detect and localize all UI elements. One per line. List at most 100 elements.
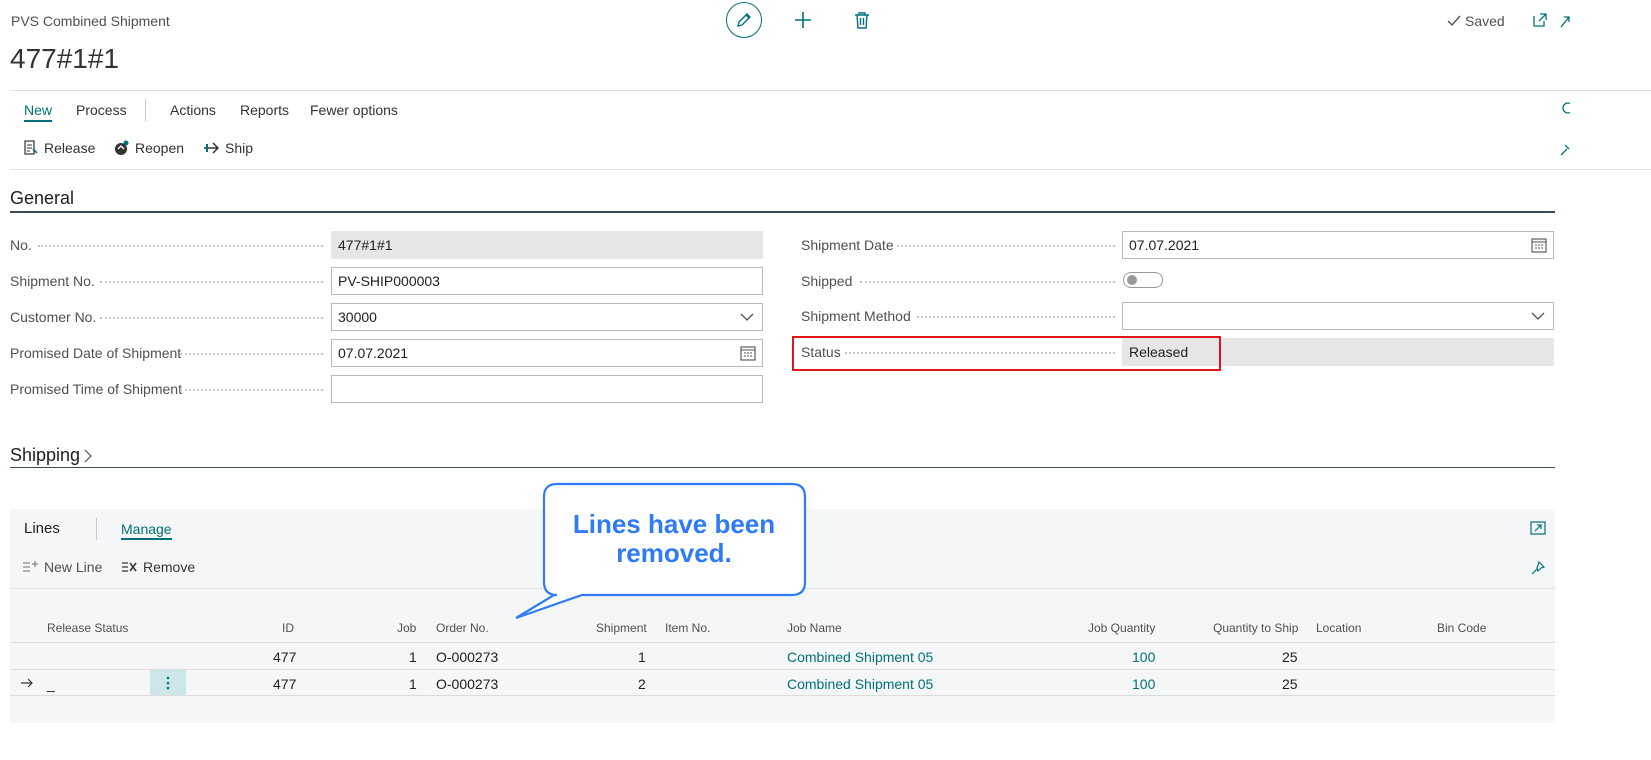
promised-time-dots — [180, 389, 323, 391]
header-divider — [10, 90, 1651, 91]
pin-lines-icon[interactable] — [1530, 560, 1546, 579]
row-divider — [10, 695, 1555, 696]
shipment-no-dots — [100, 281, 323, 283]
col-id[interactable]: ID — [282, 621, 294, 635]
calendar-icon[interactable] — [740, 345, 756, 361]
more-vertical-icon — [166, 676, 170, 689]
promised-time-field[interactable] — [331, 375, 763, 403]
shipping-section-header[interactable]: Shipping — [10, 445, 92, 466]
row2-job-quantity[interactable]: 100 — [1132, 676, 1155, 692]
remove-button[interactable]: Remove — [121, 559, 195, 575]
menu-actions[interactable]: Actions — [170, 102, 216, 118]
row2-release-status[interactable]: _ — [47, 676, 55, 692]
lines-manage-tab[interactable]: Manage — [121, 521, 172, 540]
promised-date-field[interactable]: 07.07.2021 — [331, 339, 763, 367]
shipment-method-field[interactable] — [1122, 302, 1554, 330]
col-shipment[interactable]: Shipment — [596, 621, 647, 635]
promised-time-label: Promised Time of Shipment — [10, 381, 182, 397]
saved-indicator: Saved — [1447, 13, 1505, 29]
col-job[interactable]: Job — [397, 621, 416, 635]
row2-job: 1 — [409, 676, 417, 692]
reopen-label: Reopen — [135, 140, 185, 156]
new-line-button[interactable]: New Line — [22, 559, 102, 575]
row2-order-no: O-000273 — [436, 676, 499, 692]
release-icon — [24, 140, 38, 155]
edit-button[interactable] — [726, 2, 762, 38]
calendar-icon[interactable] — [1531, 237, 1547, 253]
chevron-down-icon[interactable] — [1531, 309, 1545, 323]
menu-separator — [145, 99, 146, 121]
lines-separator — [96, 518, 97, 540]
chevron-down-icon[interactable] — [740, 310, 754, 324]
page-caption: PVS Combined Shipment — [11, 13, 170, 29]
col-location[interactable]: Location — [1316, 621, 1361, 635]
new-record-button[interactable] — [791, 8, 815, 32]
row2-qty-to-ship: 25 — [1282, 676, 1298, 692]
remove-icon — [122, 562, 137, 572]
row1-qty-to-ship: 25 — [1282, 649, 1298, 665]
row1-job-quantity[interactable]: 100 — [1132, 649, 1155, 665]
search-icon[interactable] — [1560, 102, 1574, 119]
page-title: 477#1#1 — [10, 43, 120, 74]
ship-button[interactable]: Ship — [203, 140, 253, 156]
col-order-no[interactable]: Order No. — [436, 621, 489, 635]
shipped-label: Shipped — [801, 273, 853, 289]
col-job-quantity[interactable]: Job Quantity — [1088, 621, 1155, 635]
open-new-window-button[interactable] — [1528, 8, 1552, 32]
col-qty-to-ship[interactable]: Quantity to Ship — [1213, 621, 1298, 635]
shipment-method-label: Shipment Method — [801, 308, 911, 324]
toggle-knob — [1127, 275, 1137, 285]
no-dots — [38, 245, 323, 247]
row2-job-name[interactable]: Combined Shipment 05 — [787, 676, 933, 692]
current-row-arrow-icon — [20, 676, 34, 692]
delete-button[interactable] — [850, 8, 874, 32]
row1-job: 1 — [409, 649, 417, 665]
pencil-icon — [737, 13, 751, 27]
pin-icon[interactable] — [1560, 142, 1570, 159]
shipment-no-field[interactable]: PV-SHIP000003 — [331, 267, 763, 295]
shipment-date-dots — [897, 245, 1115, 247]
promised-date-dots — [180, 353, 323, 355]
trash-icon — [855, 12, 869, 29]
row-actions-menu-button[interactable] — [150, 670, 186, 695]
col-job-name[interactable]: Job Name — [787, 621, 842, 635]
shipped-dots — [860, 281, 1115, 283]
shipped-toggle[interactable] — [1123, 272, 1163, 288]
shipment-date-field[interactable]: 07.07.2021 — [1122, 231, 1554, 259]
shipment-date-value: 07.07.2021 — [1129, 237, 1200, 253]
shipment-method-dots — [917, 316, 1115, 318]
shipment-no-label: Shipment No. — [10, 273, 95, 289]
menu-process[interactable]: Process — [76, 102, 127, 118]
ship-label: Ship — [225, 140, 254, 156]
menu-fewer-options[interactable]: Fewer options — [310, 102, 398, 118]
row1-shipment: 1 — [638, 649, 646, 665]
ship-icon — [204, 142, 219, 154]
row2-id: 477 — [273, 676, 297, 692]
chevron-right-icon — [84, 449, 92, 462]
shipping-section-line — [10, 467, 1555, 468]
checkmark-icon — [1447, 15, 1461, 27]
row2-shipment: 2 — [638, 676, 646, 692]
callout-text: Lines have been removed. — [572, 509, 776, 568]
reopen-icon — [115, 140, 129, 155]
collapse-icon[interactable] — [1560, 14, 1570, 31]
customer-no-label: Customer No. — [10, 309, 97, 325]
col-bin-code[interactable]: Bin Code — [1437, 621, 1486, 635]
customer-no-field[interactable]: 30000 — [331, 303, 763, 331]
menu-reports[interactable]: Reports — [240, 102, 289, 118]
expand-icon[interactable] — [1530, 520, 1546, 539]
saved-label: Saved — [1465, 13, 1505, 29]
new-line-label: New Line — [44, 559, 103, 575]
promised-date-label: Promised Date of Shipment — [10, 345, 182, 361]
menu-new[interactable]: New — [24, 102, 53, 122]
col-release-status[interactable]: Release Status — [47, 621, 128, 635]
lines-title: Lines — [24, 520, 60, 537]
status-highlight-box — [792, 336, 1221, 371]
no-label: No. — [10, 237, 32, 253]
reopen-button[interactable]: Reopen — [113, 140, 184, 156]
row1-job-name[interactable]: Combined Shipment 05 — [787, 649, 933, 665]
col-item-no[interactable]: Item No. — [665, 621, 710, 635]
shipment-date-label: Shipment Date — [801, 237, 894, 253]
release-button[interactable]: Release — [24, 140, 95, 156]
release-label: Release — [44, 140, 96, 156]
